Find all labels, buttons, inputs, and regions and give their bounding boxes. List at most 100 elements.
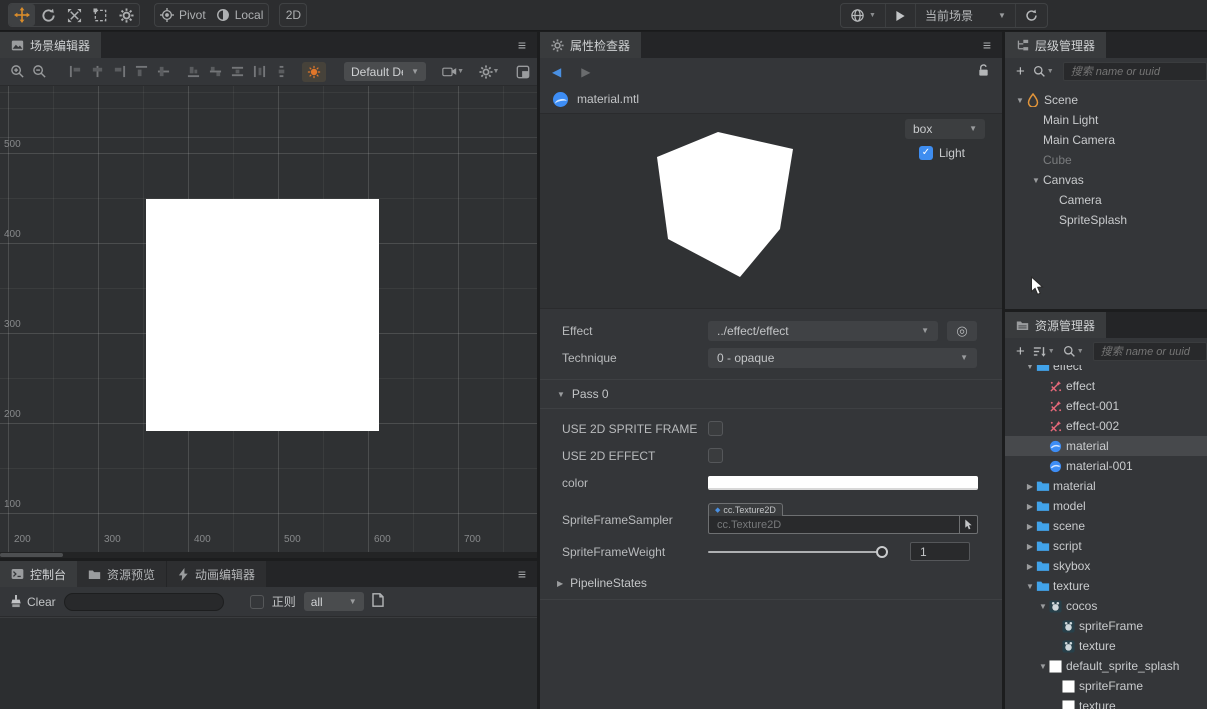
weight-input[interactable] bbox=[910, 542, 970, 561]
expand-arrow[interactable]: ▶ bbox=[1024, 522, 1036, 531]
align-right-button[interactable] bbox=[108, 62, 130, 82]
tab-assets[interactable]: 资源管理器 bbox=[1005, 312, 1106, 338]
scene-canvas[interactable]: 500400300200100 200300400500600700 bbox=[0, 86, 537, 552]
assets-item-spriteframe[interactable]: spriteFrame bbox=[1005, 616, 1207, 636]
expand-arrow[interactable]: ▼ bbox=[1024, 365, 1036, 371]
panel-menu-button[interactable]: ≡ bbox=[507, 32, 537, 58]
create-node-button[interactable]: + bbox=[1013, 62, 1028, 82]
assets-item-model[interactable]: ▶model bbox=[1005, 496, 1207, 516]
tab-asset-preview[interactable]: 资源预览 bbox=[77, 561, 167, 587]
console-log-area[interactable] bbox=[0, 617, 537, 709]
light-checkbox[interactable]: ✓ bbox=[919, 146, 933, 160]
assets-item-spriteframe[interactable]: spriteFrame bbox=[1005, 676, 1207, 696]
align-vertical-center-button[interactable] bbox=[152, 62, 174, 82]
align-horizontal-center-button[interactable] bbox=[86, 62, 108, 82]
panel-menu-button[interactable]: ≡ bbox=[507, 561, 537, 587]
slider-track[interactable] bbox=[708, 551, 886, 553]
regex-checkbox[interactable] bbox=[250, 595, 264, 609]
log-level-dropdown[interactable]: all ▼ bbox=[304, 592, 364, 611]
assets-item-effect[interactable]: ▼effect bbox=[1005, 365, 1207, 376]
distribute-vertical-button[interactable] bbox=[226, 62, 248, 82]
assets-item-default-sprite-splash[interactable]: ▼default_sprite_splash bbox=[1005, 656, 1207, 676]
pipeline-states-header[interactable]: ▶ PipelineStates bbox=[540, 569, 1002, 597]
grid-view-button[interactable] bbox=[512, 62, 534, 82]
camera-view-dropdown[interactable]: ▼ bbox=[442, 62, 464, 82]
assets-item-script[interactable]: ▶script bbox=[1005, 536, 1207, 556]
assets-item-material[interactable]: material bbox=[1005, 436, 1207, 456]
asset-picker-icon[interactable] bbox=[959, 516, 977, 533]
hierarchy-item-camera[interactable]: Camera bbox=[1005, 190, 1207, 210]
assets-search-input[interactable] bbox=[1093, 342, 1207, 361]
assets-item-cocos[interactable]: ▼cocos bbox=[1005, 596, 1207, 616]
rotate-tool-button[interactable] bbox=[35, 4, 61, 26]
assets-item-skybox[interactable]: ▶skybox bbox=[1005, 556, 1207, 576]
use-2d-effect-checkbox[interactable] bbox=[708, 448, 723, 463]
sprite-splash-node[interactable] bbox=[146, 199, 379, 431]
pivot-button[interactable]: Pivot bbox=[155, 4, 211, 26]
expand-arrow[interactable]: ▶ bbox=[1024, 502, 1036, 511]
assets-item-effect-002[interactable]: effect-002 bbox=[1005, 416, 1207, 436]
slider-knob[interactable] bbox=[876, 546, 888, 558]
platform-button[interactable]: ▼ bbox=[841, 4, 886, 27]
log-file-button[interactable] bbox=[372, 593, 384, 610]
hierarchy-item-main-camera[interactable]: Main Camera bbox=[1005, 130, 1207, 150]
weight-slider[interactable] bbox=[708, 545, 886, 559]
effect-dropdown[interactable]: ../effect/effect ▼ bbox=[708, 321, 938, 341]
distribute-horizontal-button[interactable] bbox=[204, 62, 226, 82]
assets-item-material-001[interactable]: material-001 bbox=[1005, 456, 1207, 476]
assets-item-scene[interactable]: ▶scene bbox=[1005, 516, 1207, 536]
hierarchy-item-cube[interactable]: Cube bbox=[1005, 150, 1207, 170]
2d-mode-button[interactable]: 2D bbox=[280, 4, 306, 26]
pass0-section-header[interactable]: ▼ Pass 0 bbox=[540, 380, 1002, 408]
assets-item-material[interactable]: ▶material bbox=[1005, 476, 1207, 496]
search-type-button[interactable]: ▼ bbox=[1030, 62, 1057, 82]
create-asset-button[interactable]: + bbox=[1013, 342, 1028, 362]
panel-menu-button[interactable]: ≡ bbox=[972, 32, 1002, 58]
sampler-asset-field[interactable]: cc.Texture2D bbox=[708, 515, 978, 534]
refresh-button[interactable] bbox=[1016, 4, 1047, 27]
expand-arrow[interactable]: ▼ bbox=[1029, 176, 1043, 185]
tab-console[interactable]: 控制台 bbox=[0, 561, 77, 587]
align-left-button[interactable] bbox=[64, 62, 86, 82]
expand-arrow[interactable]: ▼ bbox=[1024, 582, 1036, 591]
history-forward-button[interactable]: ▶ bbox=[581, 65, 590, 79]
gizmo-display-dropdown[interactable]: Default De... ▼ bbox=[344, 62, 426, 81]
locate-effect-button[interactable]: ◎ bbox=[947, 321, 977, 341]
scene-select-dropdown[interactable]: 当前场景 ▼ bbox=[916, 4, 1016, 27]
space-vertical-button[interactable] bbox=[270, 62, 292, 82]
zoom-in-button[interactable] bbox=[6, 62, 28, 82]
scale-tool-button[interactable] bbox=[61, 4, 87, 26]
clear-console-button[interactable]: Clear bbox=[10, 595, 56, 609]
scene-light-toggle[interactable] bbox=[302, 62, 326, 82]
technique-dropdown[interactable]: 0 - opaque ▼ bbox=[708, 348, 977, 368]
assets-item-texture[interactable]: ▼texture bbox=[1005, 576, 1207, 596]
tab-inspector[interactable]: 属性检查器 bbox=[540, 32, 641, 58]
use-sprite-frame-checkbox[interactable] bbox=[708, 421, 723, 436]
search-type-button[interactable]: ▼ bbox=[1060, 342, 1087, 362]
expand-arrow[interactable]: ▼ bbox=[1037, 602, 1049, 611]
color-swatch[interactable] bbox=[708, 476, 978, 490]
hierarchy-search-input[interactable] bbox=[1063, 62, 1207, 81]
assets-item-effect-001[interactable]: effect-001 bbox=[1005, 396, 1207, 416]
move-tool-button[interactable] bbox=[9, 4, 35, 26]
play-button[interactable] bbox=[886, 4, 916, 27]
sort-assets-button[interactable]: ▼ bbox=[1030, 342, 1058, 362]
align-top-button[interactable] bbox=[130, 62, 152, 82]
gizmo-settings-button[interactable] bbox=[113, 4, 139, 26]
expand-arrow[interactable]: ▶ bbox=[1024, 562, 1036, 571]
hierarchy-item-spritesplash[interactable]: SpriteSplash bbox=[1005, 210, 1207, 230]
rect-tool-button[interactable] bbox=[87, 4, 113, 26]
hierarchy-item-main-light[interactable]: Main Light bbox=[1005, 110, 1207, 130]
horizontal-scrollbar[interactable] bbox=[0, 552, 537, 558]
zoom-out-button[interactable] bbox=[28, 62, 50, 82]
hierarchy-item-canvas[interactable]: ▼Canvas bbox=[1005, 170, 1207, 190]
material-preview[interactable]: box ▼ ✓ Light bbox=[540, 114, 1002, 309]
lock-icon[interactable] bbox=[977, 64, 990, 80]
preview-shape-dropdown[interactable]: box ▼ bbox=[905, 119, 985, 139]
assets-item-texture[interactable]: texture bbox=[1005, 636, 1207, 656]
expand-arrow[interactable]: ▶ bbox=[1024, 542, 1036, 551]
history-back-button[interactable]: ◀ bbox=[552, 65, 561, 79]
align-bottom-button[interactable] bbox=[182, 62, 204, 82]
expand-arrow[interactable]: ▼ bbox=[1037, 662, 1049, 671]
local-button[interactable]: Local bbox=[211, 4, 269, 26]
